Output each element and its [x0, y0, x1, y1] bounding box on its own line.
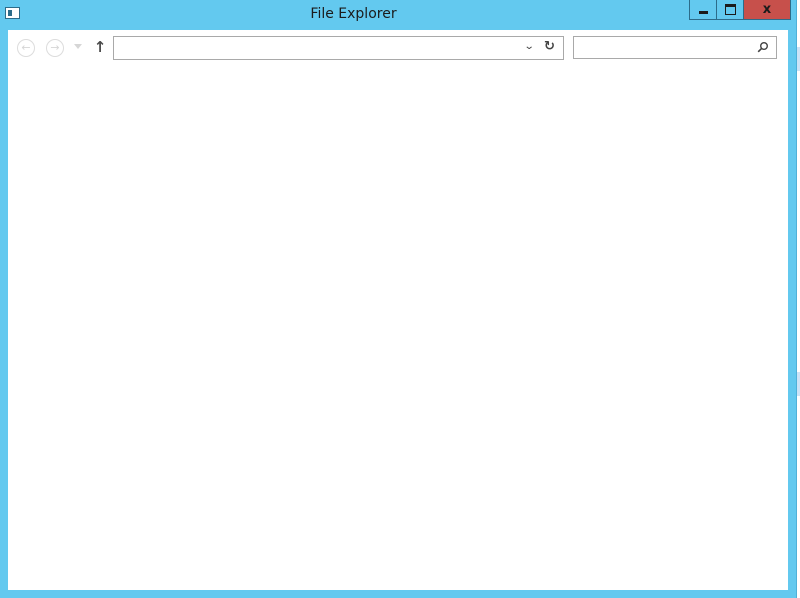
title-bar[interactable]: File Explorer x	[0, 0, 797, 30]
minimize-button[interactable]	[689, 0, 717, 20]
search-input[interactable]	[578, 39, 748, 56]
search-icon[interactable]	[757, 41, 769, 53]
search-box[interactable]	[573, 36, 777, 59]
file-explorer-window: File Explorer x ← → ↑ ⌄ ↻	[0, 0, 797, 598]
refresh-icon[interactable]: ↻	[544, 39, 555, 54]
explorer-client-area[interactable]: ← → ↑ ⌄ ↻	[8, 30, 788, 590]
recent-locations-dropdown-icon[interactable]	[74, 44, 82, 49]
forward-arrow-icon[interactable]: →	[46, 39, 64, 57]
maximize-button[interactable]	[717, 0, 744, 20]
up-arrow-icon[interactable]: ↑	[92, 38, 108, 56]
address-input[interactable]	[117, 39, 517, 57]
window-title: File Explorer	[310, 6, 397, 22]
address-bar[interactable]: ⌄ ↻	[113, 36, 564, 60]
close-button[interactable]: x	[744, 0, 791, 20]
address-history-chevron-icon[interactable]: ⌄	[524, 41, 535, 52]
caption-buttons: x	[689, 0, 791, 21]
back-arrow-icon[interactable]: ←	[17, 39, 35, 57]
